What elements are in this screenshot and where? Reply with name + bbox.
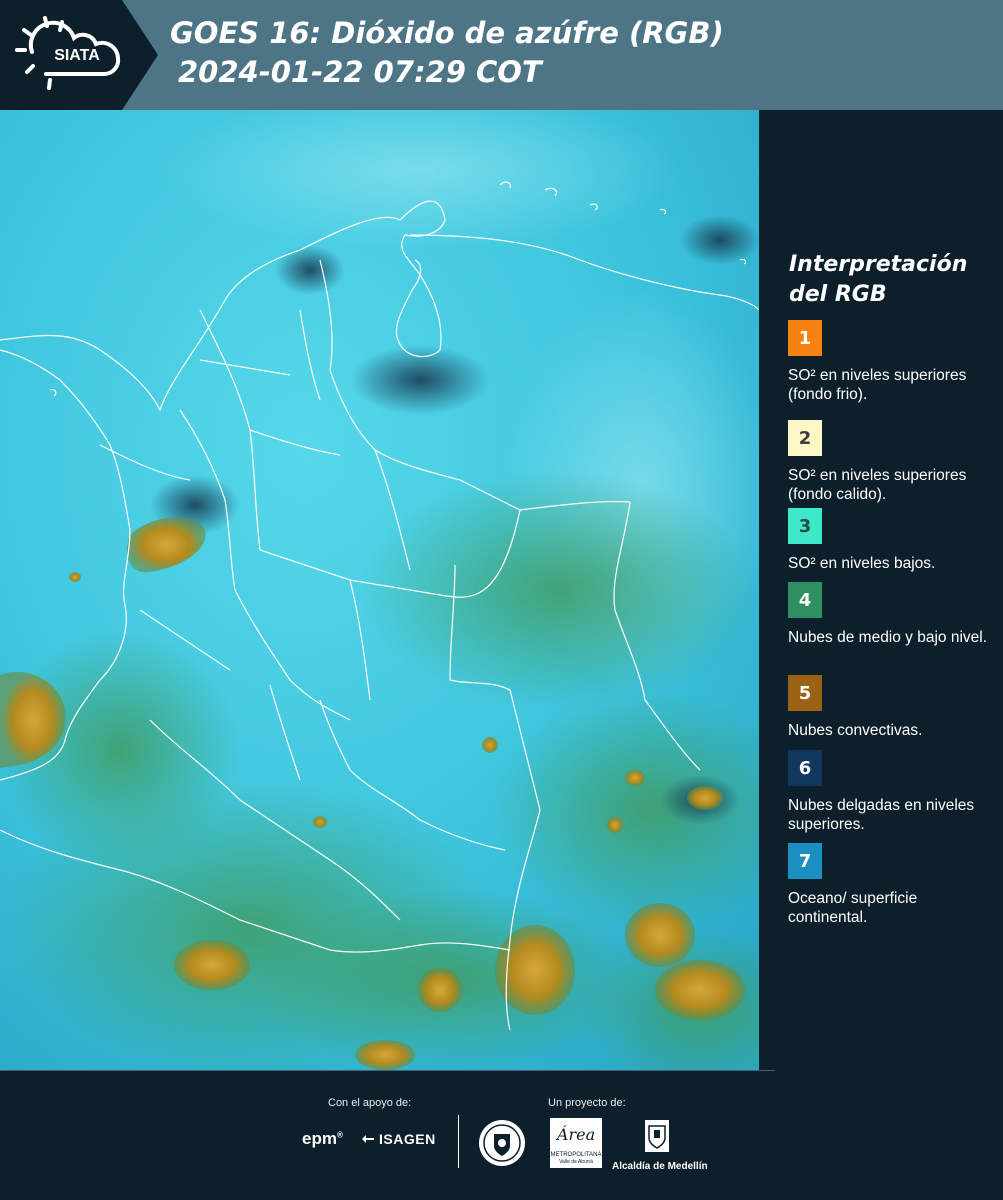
epm-logo[interactable]: epm®	[302, 1129, 343, 1149]
legend-item-1: 1 SO² en niveles superiores (fondo frio)…	[788, 320, 988, 404]
project-caption: Un proyecto de:	[548, 1097, 626, 1109]
satellite-map[interactable]	[0, 110, 759, 1070]
legend-title: Interpretación del RGB	[789, 252, 968, 307]
legend-label: SO² en niveles superiores (fondo frio).	[788, 367, 967, 403]
legend-number: 4	[798, 589, 812, 611]
alcaldia-label: Alcaldía de Medellín	[612, 1161, 708, 1172]
legend-swatch-6: 6	[788, 750, 822, 786]
legend-label: SO² en niveles superiores (fondo calido)…	[788, 467, 967, 503]
area-logo-text: Área	[555, 1124, 595, 1144]
page-title: GOES 16: Dióxido de azúfre (RGB)	[170, 16, 724, 50]
epm-logo-text: epm	[302, 1129, 337, 1148]
siata-logo[interactable]: SIATA	[0, 0, 158, 110]
footer-divider-line	[0, 1070, 775, 1071]
area-logo-sublabel1: METROPOLITANA	[551, 1152, 602, 1158]
legend-item-6: 6 Nubes delgadas en niveles superiores.	[788, 750, 988, 834]
legend-label: Nubes convectivas.	[788, 722, 923, 739]
support-caption: Con el apoyo de:	[328, 1097, 412, 1109]
legend-swatch-4: 4	[788, 582, 822, 618]
isagen-logo[interactable]: ISAGEN	[360, 1131, 436, 1147]
legend-number: 2	[798, 427, 812, 449]
isagen-mark-icon	[362, 1135, 374, 1143]
isagen-logo-text: ISAGEN	[379, 1131, 436, 1147]
legend-swatch-1: 1	[788, 320, 822, 356]
footer: Con el apoyo de: Un proyecto de: epm® IS…	[0, 1070, 1003, 1200]
legend-swatch-3: 3	[788, 508, 822, 544]
area-metropolitana-logo[interactable]: Área METROPOLITANA Valle de Aburrá	[550, 1118, 602, 1173]
legend-number: 7	[798, 850, 812, 872]
legend-item-7: 7 Oceano/ superficie continental.	[788, 843, 988, 927]
alcaldia-medellin-logo[interactable]: Alcaldía de Medellín	[612, 1118, 708, 1172]
legend-item-4: 4 Nubes de medio y bajo nivel.	[788, 582, 988, 647]
legend-item-2: 2 SO² en niveles superiores (fondo calid…	[788, 420, 988, 504]
legend-panel: Interpretación del RGB 1 SO² en niveles …	[759, 110, 1003, 1070]
header-bar: SIATA GOES 16: Dióxido de azúfre (RGB) 2…	[0, 0, 1003, 110]
legend-number: 1	[798, 327, 812, 349]
legend-swatch-5: 5	[788, 675, 822, 711]
medellin-seal-logo[interactable]	[477, 1118, 527, 1173]
logo-text: SIATA	[54, 47, 100, 64]
legend-label: Oceano/ superficie continental.	[788, 890, 918, 926]
legend-number: 6	[798, 757, 812, 779]
legend-label: SO² en niveles bajos.	[788, 555, 936, 572]
timestamp: 2024-01-22 07:29 COT	[178, 55, 542, 89]
legend-swatch-2: 2	[788, 420, 822, 456]
footer-vertical-divider	[458, 1115, 459, 1168]
legend-swatch-7: 7	[788, 843, 822, 879]
legend-label: Nubes de medio y bajo nivel.	[788, 629, 988, 646]
area-logo-sublabel2: Valle de Aburrá	[559, 1159, 593, 1165]
legend-item-3: 3 SO² en niveles bajos.	[788, 508, 988, 573]
legend-label: Nubes delgadas en niveles superiores.	[788, 797, 975, 833]
legend-number: 3	[798, 515, 812, 537]
legend-item-5: 5 Nubes convectivas.	[788, 675, 988, 740]
coat-of-arms-icon	[645, 1120, 669, 1152]
legend-number: 5	[798, 682, 812, 704]
